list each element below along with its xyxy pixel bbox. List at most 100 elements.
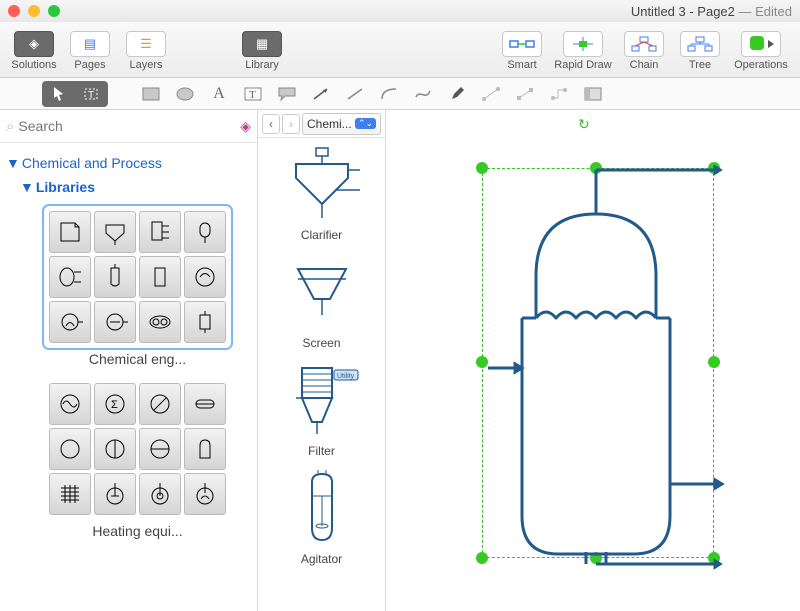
rapid-draw-icon xyxy=(569,37,597,51)
pointer-icon xyxy=(52,86,66,102)
stencil-label: Screen xyxy=(302,336,340,350)
operations-icon xyxy=(746,36,776,52)
text-a-icon: A xyxy=(213,85,225,103)
pages-button[interactable]: ▤ Pages xyxy=(62,28,118,71)
library-button[interactable]: ▦ Library xyxy=(234,28,290,71)
stencil-thumb xyxy=(139,256,181,298)
layers-icon: ☰ xyxy=(140,36,152,52)
solutions-badge-icon[interactable]: ◈ xyxy=(240,118,251,135)
stencil-thumb xyxy=(49,301,91,343)
library-nav-forward[interactable]: › xyxy=(282,114,300,134)
tree-button[interactable]: Tree xyxy=(672,28,728,71)
drawing-canvas[interactable]: ↻ xyxy=(386,110,800,611)
solutions-panel: ⌕ ◈ ▼ Chemical and Process ▼ Libraries xyxy=(0,110,258,611)
library-selector-dropdown[interactable]: Chemi... ⌃⌄ xyxy=(302,113,381,135)
library-thumbnail-grid xyxy=(45,207,230,347)
tree-root-chemical-process[interactable]: ▼ Chemical and Process xyxy=(4,151,253,175)
stencil-label: Agitator xyxy=(301,552,342,566)
library-group-label: Chemical eng... xyxy=(22,351,253,367)
bezier-tool[interactable] xyxy=(476,83,506,105)
rapid-draw-button[interactable]: Rapid Draw xyxy=(550,28,616,71)
stencil-agitator[interactable]: Agitator xyxy=(258,462,385,570)
tree-node-libraries[interactable]: ▼ Libraries xyxy=(18,175,253,199)
stencil-thumb xyxy=(94,301,136,343)
smart-connector-button[interactable]: Smart xyxy=(494,28,550,71)
stencil-clarifier[interactable]: Clarifier xyxy=(258,138,385,246)
svg-text:T: T xyxy=(88,90,94,101)
minimize-window-button[interactable] xyxy=(28,5,40,17)
stencil-thumb xyxy=(94,428,136,470)
svg-text:Utility: Utility xyxy=(337,373,355,380)
agitator-icon xyxy=(282,468,362,550)
stencil-thumb xyxy=(49,383,91,425)
stencil-thumb xyxy=(184,211,226,253)
tree-icon xyxy=(687,36,713,52)
stencil-thumb xyxy=(94,473,136,515)
chain-button[interactable]: Chain xyxy=(616,28,672,71)
search-input[interactable] xyxy=(18,114,236,138)
library-stencil-panel: ‹ › Chemi... ⌃⌄ Clarifier Screen Utility… xyxy=(258,110,386,611)
text-tool[interactable]: A xyxy=(204,83,234,105)
stencil-thumb xyxy=(49,256,91,298)
stencil-screen[interactable]: Screen xyxy=(258,246,385,354)
rotate-handle-icon[interactable]: ↻ xyxy=(578,116,590,133)
shape-tool-tray: T A T xyxy=(0,78,800,110)
operations-button[interactable]: Operations xyxy=(728,28,794,71)
text-mode-button[interactable]: T xyxy=(76,83,106,105)
stencil-thumb xyxy=(139,383,181,425)
disclosure-triangle-icon: ▼ xyxy=(6,155,20,171)
library-icon: ▦ xyxy=(256,36,268,52)
layers-button[interactable]: ☰ Layers xyxy=(118,28,174,71)
line-tool[interactable] xyxy=(340,83,370,105)
chain-icon xyxy=(631,36,657,52)
window-edited-indicator: — Edited xyxy=(735,4,792,19)
stencil-thumb xyxy=(184,428,226,470)
window-titlebar: Untitled 3 - Page2 — Edited xyxy=(0,0,800,22)
library-group-chemical-eng[interactable]: Chemical eng... xyxy=(22,207,253,367)
svg-text:Σ: Σ xyxy=(111,399,118,411)
library-nav-back[interactable]: ‹ xyxy=(262,114,280,134)
connection-tool[interactable] xyxy=(544,83,574,105)
arc-tool[interactable] xyxy=(374,83,404,105)
container-tool[interactable] xyxy=(578,83,608,105)
callout-tool[interactable] xyxy=(272,83,302,105)
close-window-button[interactable] xyxy=(8,5,20,17)
arrow-tool[interactable] xyxy=(306,83,336,105)
mode-switch: T xyxy=(42,81,108,107)
stencil-thumb xyxy=(139,428,181,470)
node-edit-tool[interactable] xyxy=(510,83,540,105)
main-toolbar: ◈ Solutions ▤ Pages ☰ Layers ▦ Library S… xyxy=(0,22,800,78)
stencil-thumb xyxy=(49,473,91,515)
stencil-thumb xyxy=(94,256,136,298)
solutions-button[interactable]: ◈ Solutions xyxy=(6,28,62,71)
screen-icon xyxy=(282,263,362,323)
zoom-window-button[interactable] xyxy=(48,5,60,17)
search-icon: ⌕ xyxy=(6,118,14,135)
rectangle-tool[interactable] xyxy=(136,83,166,105)
library-group-heating-equi[interactable]: Σ Heating equi... xyxy=(22,379,253,539)
stencil-thumb xyxy=(94,211,136,253)
select-mode-button[interactable] xyxy=(44,83,74,105)
pen-tool[interactable] xyxy=(442,83,472,105)
solutions-icon: ◈ xyxy=(29,36,39,52)
stencil-thumb xyxy=(184,473,226,515)
stencil-label: Filter xyxy=(308,444,335,458)
stencil-thumb xyxy=(49,428,91,470)
stencil-filter[interactable]: Utility Filter xyxy=(258,354,385,462)
stencil-thumb xyxy=(139,301,181,343)
spline-tool[interactable] xyxy=(408,83,438,105)
stencil-thumb xyxy=(139,211,181,253)
library-thumbnail-grid: Σ xyxy=(45,379,230,519)
ellipse-tool[interactable] xyxy=(170,83,200,105)
text-box-tool[interactable]: T xyxy=(238,83,268,105)
reactor-vessel-shape[interactable] xyxy=(470,156,730,576)
svg-text:T: T xyxy=(249,89,256,101)
traffic-lights xyxy=(8,5,60,17)
stencil-label: Clarifier xyxy=(301,228,342,242)
filter-icon: Utility xyxy=(282,364,362,438)
window-title: Untitled 3 - Page2 xyxy=(631,4,735,19)
stencil-thumb xyxy=(184,301,226,343)
stencil-thumb xyxy=(184,256,226,298)
stencil-thumb xyxy=(184,383,226,425)
pen-icon xyxy=(449,86,465,102)
